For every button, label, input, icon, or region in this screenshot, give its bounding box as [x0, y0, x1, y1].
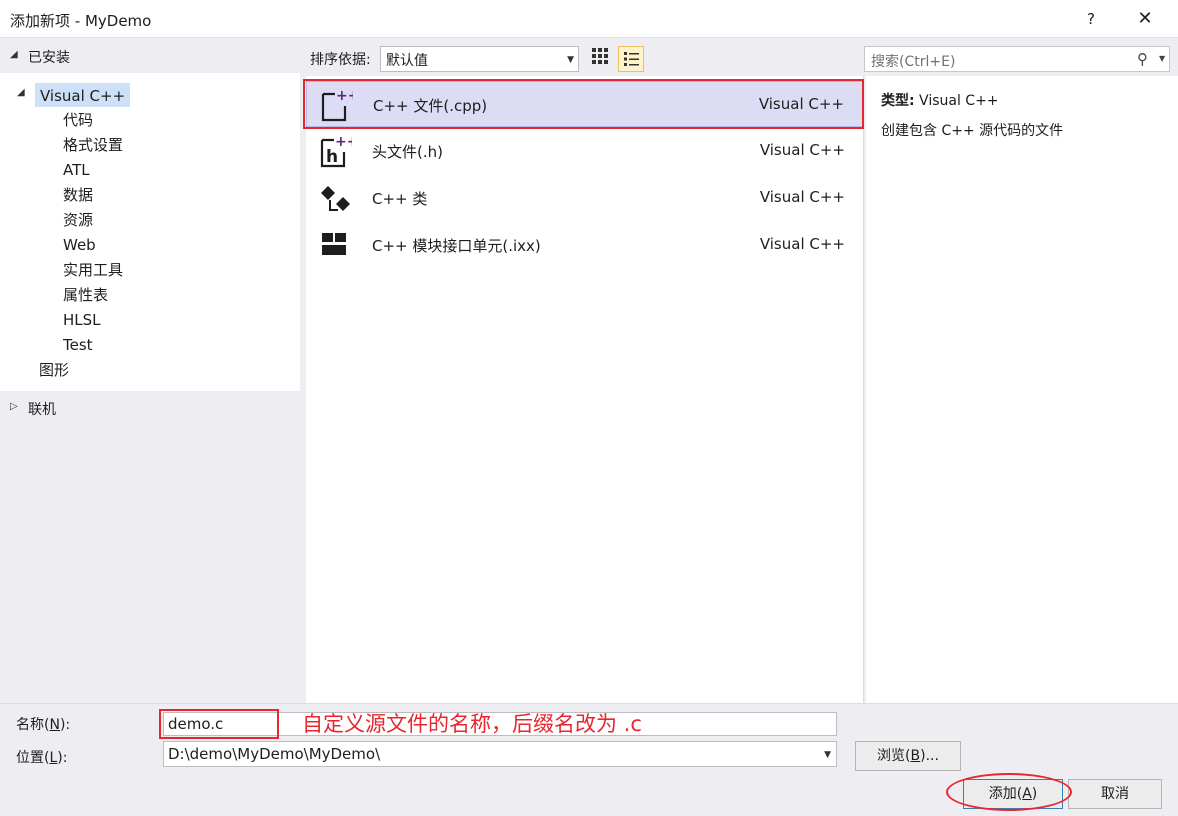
type-label: 类型: [881, 93, 915, 109]
tree-item-graphics[interactable]: 图形 [39, 358, 69, 382]
highlight-ellipse-add [946, 773, 1072, 811]
title-bar: 添加新项 - MyDemo ? ✕ [0, 0, 1178, 38]
highlight-box-name [159, 709, 279, 739]
tree-item-formatting[interactable]: 格式设置 [63, 133, 123, 157]
window-title: 添加新项 - MyDemo [10, 12, 152, 30]
annotation-text: 自定义源文件的名称，后缀名改为 .c [302, 712, 642, 736]
installed-header[interactable]: ◢ 已安装 [0, 40, 300, 72]
tree-item-visual-cpp[interactable]: Visual C++ [35, 83, 131, 107]
expanded-arrow-icon[interactable]: ◢ [17, 87, 25, 98]
cancel-button[interactable]: 取消 [1068, 779, 1162, 809]
details-type: 类型: Visual C++ [881, 90, 999, 110]
tree-item-property-sheets[interactable]: 属性表 [63, 283, 108, 307]
list-view-icon[interactable] [618, 46, 644, 72]
template-list: ++ C++ 文件(.cpp) Visual C++ h ++ 头文件(.h) … [306, 76, 864, 703]
search-icon[interactable]: ⚲ [1137, 50, 1148, 68]
category-tree: ◢ Visual C++ 代码 格式设置 ATL 数据 资源 Web 实用工具 … [0, 73, 300, 391]
class-icon [318, 180, 352, 216]
tree-item-data[interactable]: 数据 [63, 183, 93, 207]
svg-text:h: h [326, 147, 338, 167]
location-value: D:\demo\MyDemo\MyDemo\ [168, 745, 381, 763]
sort-by-select[interactable]: 默认值 ▼ [380, 46, 579, 72]
svg-text:++: ++ [335, 134, 352, 150]
sort-by-value: 默认值 [386, 53, 428, 69]
details-description: 创建包含 C++ 源代码的文件 [881, 123, 1064, 139]
location-label: 位置(L): [16, 750, 68, 766]
template-name: C++ 类 [372, 190, 428, 208]
highlight-box-cpp [303, 79, 864, 129]
location-field[interactable]: D:\demo\MyDemo\MyDemo\ ▼ [163, 741, 837, 767]
search-input[interactable]: 搜索(Ctrl+E) ⚲ ▼ [864, 46, 1170, 72]
help-button[interactable]: ? [1076, 4, 1106, 34]
grid-view-icon[interactable] [588, 47, 612, 71]
tree-item-resources[interactable]: 资源 [63, 208, 93, 232]
template-language: Visual C++ [759, 141, 845, 159]
list-item-cpp-class[interactable]: C++ 类 Visual C++ [306, 175, 863, 221]
search-placeholder: 搜索(Ctrl+E) [871, 54, 956, 70]
template-language: Visual C++ [759, 188, 845, 206]
tree-item-atl[interactable]: ATL [63, 158, 90, 182]
tree-item-code[interactable]: 代码 [63, 108, 93, 132]
tree-item-hlsl[interactable]: HLSL [63, 308, 101, 332]
module-icon [318, 227, 352, 263]
template-language: Visual C++ [759, 235, 845, 253]
tree-item-web[interactable]: Web [63, 233, 96, 257]
collapse-arrow-icon: ◢ [10, 49, 18, 60]
template-name: 头文件(.h) [372, 143, 443, 161]
online-label: 联机 [28, 402, 56, 418]
sort-by-label: 排序依据: [310, 52, 371, 68]
expand-arrow-icon: ▷ [10, 401, 18, 412]
list-item-module-interface[interactable]: C++ 模块接口单元(.ixx) Visual C++ [306, 222, 863, 268]
tree-item-utility[interactable]: 实用工具 [63, 258, 123, 282]
name-label: 名称(N): [16, 717, 71, 733]
tree-item-test[interactable]: Test [63, 333, 93, 357]
chevron-down-icon: ▼ [567, 55, 574, 65]
template-name: C++ 模块接口单元(.ixx) [372, 237, 541, 255]
list-item-header-file[interactable]: h ++ 头文件(.h) Visual C++ [306, 128, 863, 174]
details-panel: 类型: Visual C++ 创建包含 C++ 源代码的文件 [866, 76, 1178, 703]
header-file-icon: h ++ [318, 133, 358, 169]
installed-label: 已安装 [28, 50, 70, 66]
chevron-down-icon[interactable]: ▼ [1159, 54, 1165, 63]
chevron-down-icon[interactable]: ▼ [824, 750, 831, 760]
browse-button[interactable]: 浏览(B)... [855, 741, 961, 771]
online-header[interactable]: ▷ 联机 [0, 396, 300, 422]
close-button[interactable]: ✕ [1130, 4, 1160, 34]
type-value: Visual C++ [914, 93, 999, 109]
